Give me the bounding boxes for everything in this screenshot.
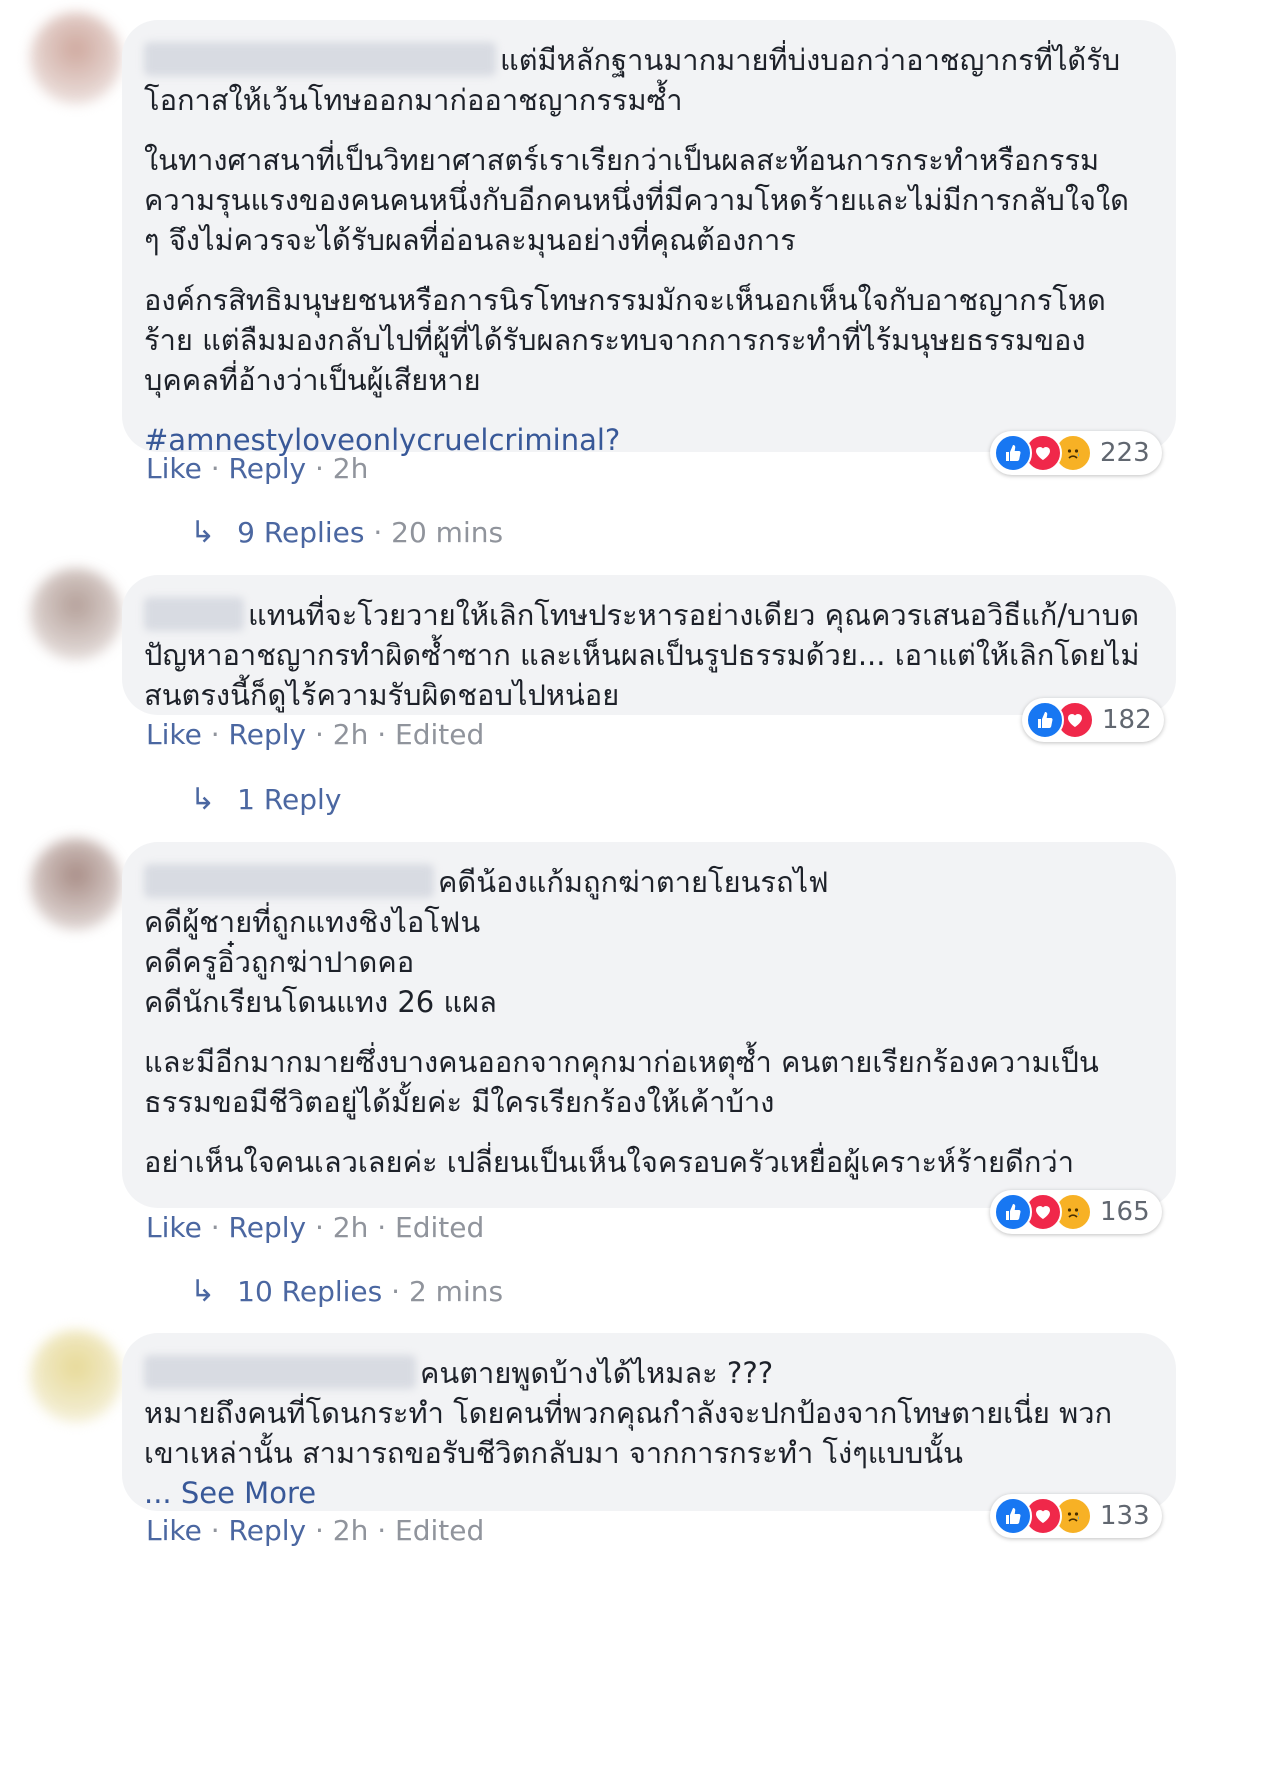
like-link[interactable]: Like [146, 1211, 202, 1244]
thumbs-up-icon [994, 1497, 1032, 1535]
reaction-count: 182 [1102, 705, 1152, 735]
comment-paragraph: แทนที่จะโวยวายให้เลิกโทษประหารอย่างเดียว… [144, 597, 1140, 712]
view-replies[interactable]: ↳ 10 Replies · 2 mins [190, 1274, 503, 1309]
replies-time: 2 mins [408, 1275, 504, 1308]
commenter-name-redacted[interactable] [144, 1355, 416, 1389]
thumbs-up-icon [994, 1193, 1032, 1231]
comment-actions: Like · Reply · 2h · Edited [146, 718, 485, 751]
reaction-count: 223 [1100, 438, 1150, 468]
comment-bubble: คนตายพูดบ้างได้ไหมละ ??? หมายถึงคนที่โดน… [122, 1333, 1176, 1511]
replies-time: 20 mins [391, 516, 504, 549]
view-replies[interactable]: ↳ 1 Reply [190, 782, 341, 817]
like-link[interactable]: Like [146, 452, 202, 485]
timestamp[interactable]: 2h [333, 1211, 369, 1244]
thumbs-up-icon [1026, 701, 1064, 739]
comment-actions: Like · Reply · 2h · Edited [146, 1211, 485, 1244]
reply-arrow-icon: ↳ [190, 515, 216, 550]
reply-link[interactable]: Reply [229, 452, 307, 485]
comment-paragraph: องค์กรสิทธิมนุษยชนหรือการนิรโทษกรรมมักจะ… [144, 283, 1106, 397]
edited-label[interactable]: Edited [395, 1211, 484, 1244]
timestamp[interactable]: 2h [333, 718, 369, 751]
avatar[interactable] [30, 1330, 122, 1422]
view-replies[interactable]: ↳ 9 Replies · 20 mins [190, 515, 503, 550]
edited-label[interactable]: Edited [395, 1514, 484, 1547]
comment-actions: Like · Reply · 2h · Edited [146, 1514, 485, 1547]
comment-paragraph: แต่มีหลักฐานมากมายที่บ่งบอกว่าอาชญากรที่… [144, 42, 1121, 117]
comment-actions: Like · Reply · 2h [146, 452, 369, 485]
reply-link[interactable]: Reply [229, 1211, 307, 1244]
reaction-summary[interactable]: 223 [990, 431, 1162, 475]
reply-arrow-icon: ↳ [190, 1274, 216, 1309]
edited-label[interactable]: Edited [395, 718, 484, 751]
reply-arrow-icon: ↳ [190, 782, 216, 817]
comment-bubble: แต่มีหลักฐานมากมายที่บ่งบอกว่าอาชญากรที่… [122, 20, 1176, 457]
reaction-count: 133 [1100, 1501, 1150, 1531]
avatar[interactable] [30, 12, 122, 104]
reaction-summary[interactable]: 182 [1022, 698, 1164, 742]
comment-paragraph: และมีอีกมากมายซึ่งบางคนออกจากคุกมาก่อเหต… [144, 1045, 1099, 1119]
like-link[interactable]: Like [146, 1514, 202, 1547]
comment-bubble: แทนที่จะโวยวายให้เลิกโทษประหารอย่างเดียว… [122, 575, 1176, 715]
reaction-summary[interactable]: 165 [990, 1190, 1162, 1234]
replies-count-link[interactable]: 10 Replies [237, 1275, 382, 1308]
commenter-name-redacted[interactable] [144, 597, 244, 631]
commenter-name-redacted[interactable] [144, 42, 496, 76]
comment-paragraph: คนตายพูดบ้างได้ไหมละ ??? หมายถึงคนที่โดน… [144, 1355, 1113, 1470]
comment-paragraph: ในทางศาสนาที่เป็นวิทยาศาสตร์เราเรียกว่าเ… [144, 143, 1129, 257]
reply-link[interactable]: Reply [229, 718, 307, 751]
like-link[interactable]: Like [146, 718, 202, 751]
comment-paragraph: คดีน้องแก้มถูกฆ่าตายโยนรถไฟ คดีผู้ชายที่… [144, 864, 829, 1019]
reaction-summary[interactable]: 133 [990, 1494, 1162, 1538]
comment-paragraph: อย่าเห็นใจคนเลวเลยค่ะ เปลี่ยนเป็นเห็นใจค… [144, 1145, 1074, 1179]
avatar[interactable] [30, 838, 122, 930]
timestamp[interactable]: 2h [333, 452, 369, 485]
commenter-name-redacted[interactable] [144, 864, 434, 898]
replies-count-link[interactable]: 1 Reply [237, 783, 341, 816]
reply-link[interactable]: Reply [229, 1514, 307, 1547]
avatar[interactable] [30, 568, 122, 660]
comment-bubble: คดีน้องแก้มถูกฆ่าตายโยนรถไฟ คดีผู้ชายที่… [122, 842, 1176, 1208]
replies-count-link[interactable]: 9 Replies [237, 516, 364, 549]
reaction-count: 165 [1100, 1197, 1150, 1227]
thumbs-up-icon [994, 434, 1032, 472]
timestamp[interactable]: 2h [333, 1514, 369, 1547]
